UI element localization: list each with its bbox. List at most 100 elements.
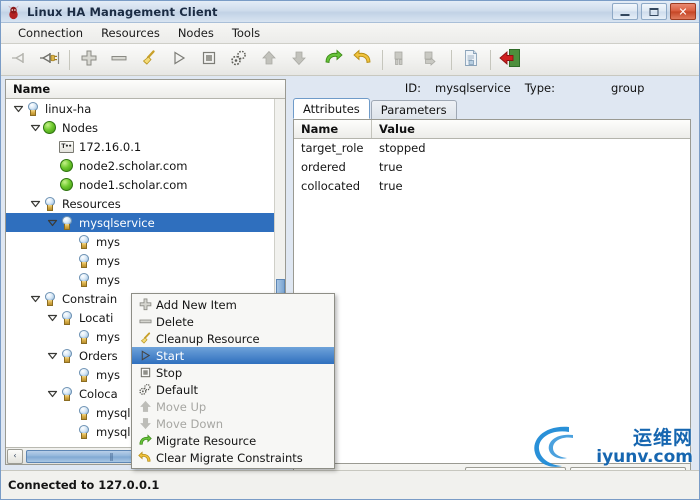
tab-parameters[interactable]: Parameters: [370, 100, 457, 120]
detail-tabs: Attributes Parameters: [290, 98, 695, 120]
tree-item[interactable]: mys: [6, 251, 285, 270]
tree-no-expander: [46, 156, 59, 175]
stop-square-icon: [200, 49, 218, 70]
toolbar-pause-button[interactable]: [387, 46, 417, 74]
context-menu-item[interactable]: Start: [132, 347, 334, 364]
tree-no-expander: [63, 422, 76, 441]
context-menu-item[interactable]: Cleanup Resource: [132, 330, 334, 347]
tree-item[interactable]: linux-ha: [6, 99, 285, 118]
context-menu-item-label: Cleanup Resource: [156, 331, 260, 346]
toolbar-connect-button[interactable]: [5, 46, 35, 74]
toolbar-step-button[interactable]: [417, 46, 447, 74]
menu-tools[interactable]: Tools: [223, 24, 269, 42]
context-menu-item-label: Stop: [156, 365, 183, 380]
menu-resources[interactable]: Resources: [92, 24, 169, 42]
table-row[interactable]: ordered true: [294, 158, 690, 177]
context-menu-item[interactable]: Delete: [132, 313, 334, 330]
tree-item[interactable]: node2.scholar.com: [6, 156, 285, 175]
menu-nodes[interactable]: Nodes: [169, 24, 223, 42]
cell-value: true: [379, 179, 403, 193]
toolbar-separator: [451, 49, 452, 70]
bulb-icon: [76, 424, 92, 440]
context-menu-item-label: Clear Migrate Constraints: [156, 450, 303, 465]
context-menu-item[interactable]: Migrate Resource: [132, 432, 334, 449]
toolbar-start-button[interactable]: [164, 46, 194, 74]
chevron-down-icon[interactable]: [46, 213, 59, 232]
toolbar-move-down-button[interactable]: [284, 46, 314, 74]
tree-item[interactable]: Nodes: [6, 118, 285, 137]
context-menu-item[interactable]: Stop: [132, 364, 334, 381]
toolbar-migrate-button[interactable]: [318, 46, 348, 74]
toolbar-remove-button[interactable]: [104, 46, 134, 74]
type-label: Type:: [524, 80, 555, 95]
tree-no-expander: [63, 232, 76, 251]
context-menu-item-label: Default: [156, 382, 199, 397]
tree-item[interactable]: Resources: [6, 194, 285, 213]
bulb-icon: [59, 386, 75, 402]
migrate-resource-icon: [323, 49, 343, 70]
tree-item-label: Constrain: [62, 291, 118, 306]
broom-icon: [136, 331, 154, 347]
maximize-button[interactable]: [641, 3, 667, 20]
context-menu-item[interactable]: Add New Item: [132, 296, 334, 313]
tree-item-label: mys: [96, 329, 120, 344]
toolbar-disconnect-button[interactable]: [35, 46, 65, 74]
tree-item[interactable]: mys: [6, 232, 285, 251]
toolbar-clear-migrate-button[interactable]: [348, 46, 378, 74]
toolbar-cleanup-button[interactable]: [134, 46, 164, 74]
cell-name: ordered: [301, 160, 346, 174]
chevron-down-icon[interactable]: [46, 346, 59, 365]
chevron-down-icon[interactable]: [29, 289, 42, 308]
toolbar-document-button[interactable]: [456, 46, 486, 74]
chevron-down-icon[interactable]: [29, 118, 42, 137]
context-menu-item: Move Down: [132, 415, 334, 432]
context-menu-item[interactable]: Clear Migrate Constraints: [132, 449, 334, 466]
square-icon: [136, 365, 154, 381]
tree-item-label: Orders: [79, 348, 118, 363]
context-menu-item[interactable]: Default: [132, 381, 334, 398]
toolbar-stop-button[interactable]: [194, 46, 224, 74]
toolbar-separator: [490, 49, 491, 70]
minimize-button[interactable]: [612, 3, 638, 20]
toolbar-move-up-button[interactable]: [254, 46, 284, 74]
table-row[interactable]: collocated true: [294, 177, 690, 196]
tree-item-label: mys: [96, 253, 120, 268]
chevron-down-icon[interactable]: [29, 194, 42, 213]
attributes-table[interactable]: Name Value target_role stopped ordered true…: [293, 119, 691, 464]
toolbar-default-button[interactable]: [224, 46, 254, 74]
tree-item-label: node2.scholar.com: [79, 158, 188, 173]
tab-attributes[interactable]: Attributes: [293, 98, 370, 119]
toolbar-separator: [69, 49, 70, 70]
chevron-down-icon[interactable]: [46, 384, 59, 403]
toolbar-exit-button[interactable]: [495, 46, 525, 74]
maximize-icon: [649, 7, 659, 16]
main-content: Name linux-ha Nodes T•• 172.16.0.1 node2.sch…: [5, 79, 695, 499]
tree-item[interactable]: T•• 172.16.0.1: [6, 137, 285, 156]
bulb-icon: [76, 405, 92, 421]
menu-connection[interactable]: Connection: [9, 24, 92, 42]
bulb-icon: [25, 101, 41, 117]
chevron-down-icon[interactable]: [12, 99, 25, 118]
tree-no-expander: [63, 365, 76, 384]
tree-column-header-name: Name: [6, 80, 285, 99]
tree-item[interactable]: mys: [6, 270, 285, 289]
resource-context-menu[interactable]: Add New Item Delete Cleanup Resource Start S…: [131, 293, 335, 469]
undo-arrow-icon: [136, 450, 154, 466]
column-header-name: Name: [294, 120, 372, 138]
bulb-icon: [42, 196, 58, 212]
close-button[interactable]: ✕: [670, 3, 696, 20]
tree-item[interactable]: node1.scholar.com: [6, 175, 285, 194]
tree-item[interactable]: mysqlservice: [6, 213, 285, 232]
chevron-down-icon[interactable]: [46, 308, 59, 327]
context-menu-item-label: Move Up: [156, 399, 207, 414]
tree-item-label: node1.scholar.com: [79, 177, 188, 192]
toolbar-add-button[interactable]: [74, 46, 104, 74]
context-menu-item-label: Start: [156, 348, 185, 363]
type-value: group: [611, 80, 645, 95]
scroll-left-icon[interactable]: ‹: [7, 448, 23, 464]
table-row[interactable]: target_role stopped: [294, 139, 690, 158]
context-menu-item: Move Up: [132, 398, 334, 415]
bulb-icon: [76, 272, 92, 288]
add-plus-icon: [80, 49, 98, 70]
play-icon: [136, 348, 154, 364]
